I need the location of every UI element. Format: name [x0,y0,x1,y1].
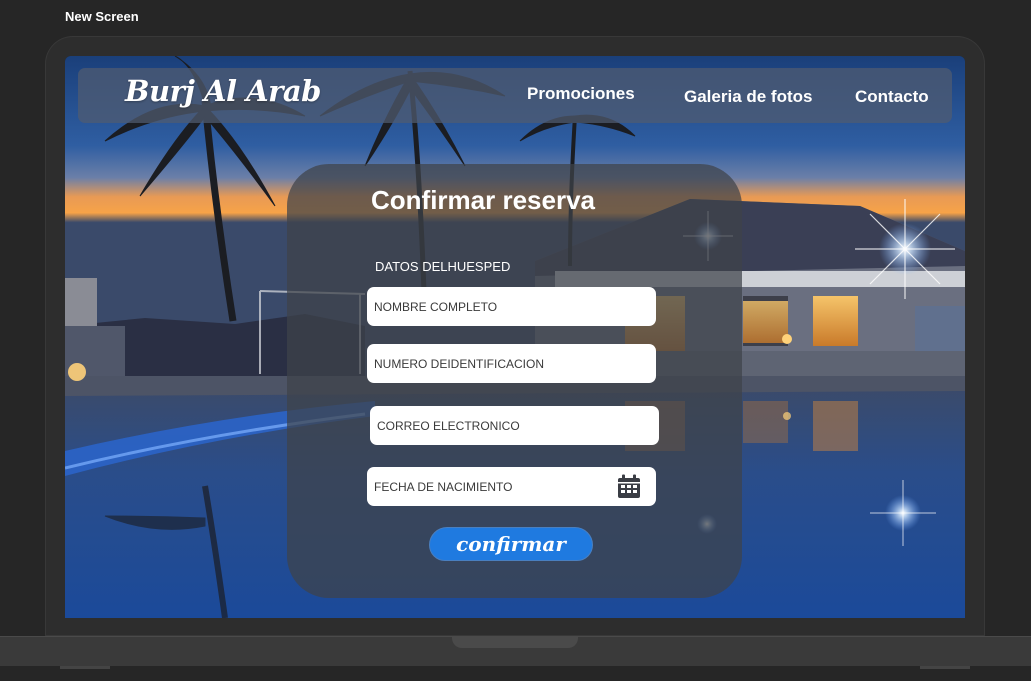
birthdate-field [367,467,656,506]
full-name-field [367,287,656,326]
birthdate-input[interactable] [367,467,656,506]
reservation-form-card: Confirmar reserva DATOS DELHUESPED NOMBR… [287,164,742,598]
nav-link-contacto[interactable]: Contacto [855,87,929,107]
confirm-button[interactable]: confirmar [429,527,593,561]
calendar-icon[interactable] [617,474,641,499]
email-input[interactable] [370,406,659,445]
nav-link-promociones[interactable]: Promociones [527,84,635,104]
brand-logo[interactable]: Burj Al Arab [125,74,321,108]
id-number-field [367,344,656,383]
nav-link-galeria[interactable]: Galeria de fotos [684,87,812,107]
guest-data-label: DATOS DELHUESPED [375,259,511,274]
laptop-notch [452,636,578,648]
laptop-screen: Burj Al Arab Promociones Galeria de foto… [65,56,965,618]
full-name-input[interactable] [367,287,656,326]
form-title: Confirmar reserva [371,185,595,215]
frame-label: New Screen [65,9,139,24]
top-navbar: Burj Al Arab Promociones Galeria de foto… [78,68,952,123]
laptop-foot-right [920,666,970,669]
id-number-input[interactable] [367,344,656,383]
email-field [370,406,659,445]
laptop-foot-left [60,666,110,669]
